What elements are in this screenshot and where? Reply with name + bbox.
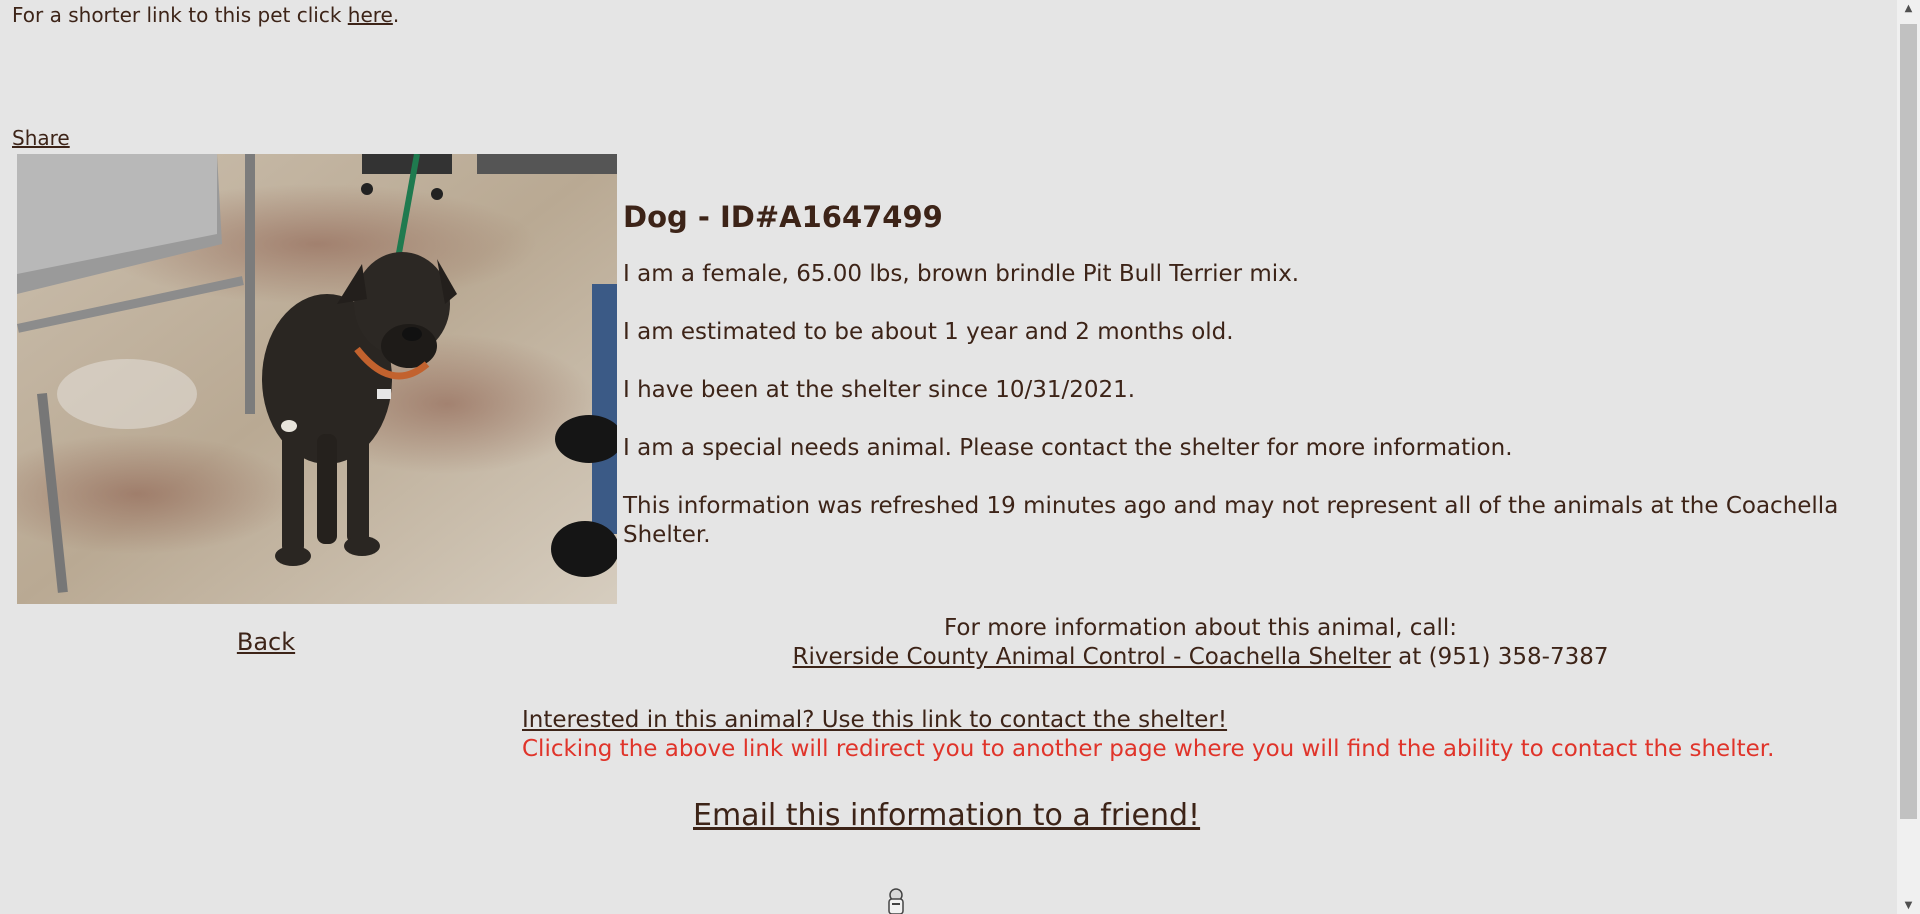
animal-age: I am estimated to be about 1 year and 2 … [623, 319, 1234, 345]
back-link[interactable]: Back [237, 628, 295, 656]
shelter-phone: at (951) 358-7387 [1390, 644, 1609, 670]
animal-info: Dog - ID#A1647499 I am a female, 65.00 l… [623, 198, 1883, 579]
contact-intro: For more information about this animal, … [944, 615, 1457, 641]
shortlink-period: . [392, 3, 400, 27]
redirect-notice: Clicking the above link will redirect yo… [522, 736, 1775, 762]
loading-spinner-icon [886, 887, 906, 914]
shortlink-line: For a shorter link to this pet click her… [12, 3, 399, 27]
contact-info: For more information about this animal, … [623, 614, 1778, 672]
refresh-notice: This information was refreshed 19 minute… [623, 493, 1839, 548]
email-friend-link[interactable]: Email this information to a friend! [693, 798, 1200, 833]
contact-shelter-link[interactable]: Interested in this animal? Use this link… [522, 707, 1227, 733]
interested-section: Interested in this animal? Use this link… [522, 706, 1774, 764]
back-container: Back [0, 628, 532, 656]
scroll-down-arrow-icon[interactable]: ▼ [1897, 897, 1920, 914]
animal-intake-date: I have been at the shelter since 10/31/2… [623, 377, 1136, 403]
scrollbar-thumb[interactable] [1900, 24, 1917, 819]
pet-photo [17, 154, 617, 604]
page: For a shorter link to this pet click her… [0, 0, 1897, 914]
contact-shelter-line: Riverside County Animal Control - Coache… [623, 643, 1778, 672]
animal-title: Dog - ID#A1647499 [623, 200, 943, 234]
shortlink-text: For a shorter link to this pet click [12, 3, 348, 27]
shelter-link[interactable]: Riverside County Animal Control - Coache… [793, 644, 1391, 670]
animal-description: I am a female, 65.00 lbs, brown brindle … [623, 261, 1300, 287]
vertical-scrollbar[interactable]: ▲ ▼ [1897, 0, 1920, 914]
share-link[interactable]: Share [12, 126, 70, 150]
shortlink-here-link[interactable]: here [348, 3, 393, 27]
animal-special-needs: I am a special needs animal. Please cont… [623, 435, 1513, 461]
scroll-up-arrow-icon[interactable]: ▲ [1897, 0, 1920, 17]
